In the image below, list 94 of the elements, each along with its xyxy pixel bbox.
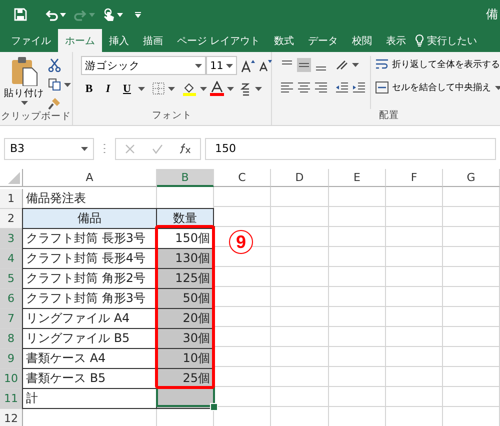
row-header[interactable]: 10 xyxy=(0,369,23,389)
underline-button[interactable]: U xyxy=(119,82,135,94)
fill-handle[interactable] xyxy=(210,403,218,411)
dropdown-caret-icon[interactable] xyxy=(352,63,359,67)
table-cell: 備品 xyxy=(22,208,157,229)
table-cell: リングファイル A4 xyxy=(22,308,157,329)
lightbulb-icon[interactable] xyxy=(415,34,424,47)
clipboard-icon xyxy=(10,56,38,86)
wrap-text-icon xyxy=(375,58,389,71)
table-cell: 書類ケース B5 xyxy=(22,368,157,389)
merge-cells-icon xyxy=(375,81,389,94)
row-header[interactable]: 12 xyxy=(0,409,23,426)
fill-color-icon[interactable] xyxy=(182,81,197,96)
table-cell: クラフト封筒 長形3号 xyxy=(22,228,157,249)
italic-button[interactable]: I xyxy=(100,82,116,94)
ribbon-tab[interactable]: 数式 xyxy=(267,29,302,52)
formula-field[interactable]: 150 xyxy=(205,138,496,160)
table-cell: 書類ケース A4 xyxy=(22,348,157,369)
text-orientation-icon[interactable] xyxy=(335,59,349,71)
ribbon-tab[interactable]: ファイル xyxy=(4,29,58,52)
ribbon-tab[interactable]: ページ レイアウト xyxy=(170,29,268,52)
ribbon-tab[interactable]: 描画 xyxy=(136,29,170,52)
save-icon[interactable] xyxy=(14,8,27,21)
table-cell: リングファイル B5 xyxy=(22,328,157,349)
increase-indent-icon[interactable] xyxy=(352,81,366,93)
align-center-icon[interactable] xyxy=(297,81,311,93)
group-label: クリップボード xyxy=(0,110,72,124)
tell-me-field[interactable]: 実行したい xyxy=(427,34,478,48)
borders-icon[interactable] xyxy=(152,82,165,95)
redo-icon xyxy=(74,8,87,20)
dropdown-caret-icon[interactable] xyxy=(495,86,500,90)
cancel-icon xyxy=(124,144,134,154)
wrap-text-button[interactable]: 折り返して全体を表示する xyxy=(375,58,500,71)
ribbon-tab[interactable]: データ xyxy=(301,29,346,52)
name-box[interactable]: B3 xyxy=(4,138,94,160)
row-header[interactable]: 4 xyxy=(0,249,23,269)
step-number-badge: 9 xyxy=(229,230,253,254)
row-header[interactable]: 5 xyxy=(0,269,23,289)
font-size-field[interactable]: 11 xyxy=(206,56,237,75)
paste-button[interactable]: 貼り付け xyxy=(4,56,44,110)
row-header[interactable]: 8 xyxy=(0,329,23,349)
align-middle-icon[interactable] xyxy=(297,58,311,72)
dropdown-caret-icon[interactable] xyxy=(81,146,88,150)
dropdown-caret-icon[interactable] xyxy=(168,86,175,90)
dropdown-caret-icon[interactable] xyxy=(195,64,202,68)
undo-icon[interactable] xyxy=(45,8,58,20)
ribbon-tab[interactable]: 校閲 xyxy=(345,29,380,52)
touch-hand-icon[interactable] xyxy=(103,8,115,22)
dropdown-caret-icon[interactable] xyxy=(117,12,123,16)
table-cell: 計 xyxy=(22,388,157,409)
row-header[interactable]: 6 xyxy=(0,289,23,309)
bold-button[interactable]: B xyxy=(81,82,97,94)
row-header[interactable]: 11 xyxy=(0,389,23,409)
column-header[interactable]: B xyxy=(157,169,214,187)
merge-center-button[interactable]: セルを結合して中央揃え xyxy=(375,81,491,94)
table-cell: クラフト封筒 角形2号 xyxy=(22,268,157,289)
table-cell: 備品発注表 xyxy=(23,189,157,209)
ribbon-tab[interactable]: 挿入 xyxy=(102,29,136,52)
decrease-indent-icon[interactable] xyxy=(335,81,349,93)
copy-icon[interactable] xyxy=(48,78,61,91)
dropdown-caret-icon[interactable] xyxy=(64,82,71,86)
dropdown-caret-icon[interactable] xyxy=(200,86,207,90)
scissors-icon[interactable] xyxy=(48,58,61,72)
select-all-icon xyxy=(8,172,20,184)
dropdown-caret-icon[interactable] xyxy=(226,64,233,68)
dropdown-caret-icon[interactable] xyxy=(255,86,262,90)
row-header[interactable]: 1 xyxy=(0,189,23,209)
dropdown-caret-icon[interactable] xyxy=(20,101,28,105)
phonetic-icon[interactable] xyxy=(240,82,252,96)
align-right-icon[interactable] xyxy=(314,81,328,93)
font-color-icon[interactable] xyxy=(210,81,224,96)
align-left-icon[interactable] xyxy=(280,81,294,93)
table-cell: クラフト封筒 長形4号 xyxy=(22,248,157,269)
row-header[interactable]: 9 xyxy=(0,349,23,369)
row-header[interactable]: 2 xyxy=(0,209,23,229)
format-painter-icon[interactable] xyxy=(48,97,61,110)
ribbon-tab[interactable]: 表示 xyxy=(379,29,414,52)
dropdown-caret-icon[interactable] xyxy=(227,86,234,90)
font-name-field[interactable]: 游ゴシック xyxy=(81,56,206,75)
group-label: 配置 xyxy=(378,109,400,123)
customize-toolbar-icon[interactable] xyxy=(135,12,141,18)
dropdown-caret-icon[interactable] xyxy=(138,86,145,90)
table-cell: クラフト封筒 角形3号 xyxy=(22,288,157,309)
ribbon-tab[interactable]: ホーム xyxy=(58,29,102,52)
insert-function-icon[interactable] xyxy=(180,143,192,154)
dropdown-caret-icon xyxy=(89,12,95,16)
window-title: 備 xyxy=(486,6,498,23)
increase-font-icon[interactable] xyxy=(241,58,255,72)
dropdown-caret-icon[interactable] xyxy=(60,12,66,16)
row-header[interactable]: 7 xyxy=(0,309,23,329)
decrease-font-icon[interactable] xyxy=(259,59,272,72)
row-header[interactable]: 3 xyxy=(0,229,23,249)
check-icon xyxy=(152,144,162,154)
group-label: フォント xyxy=(151,109,193,123)
